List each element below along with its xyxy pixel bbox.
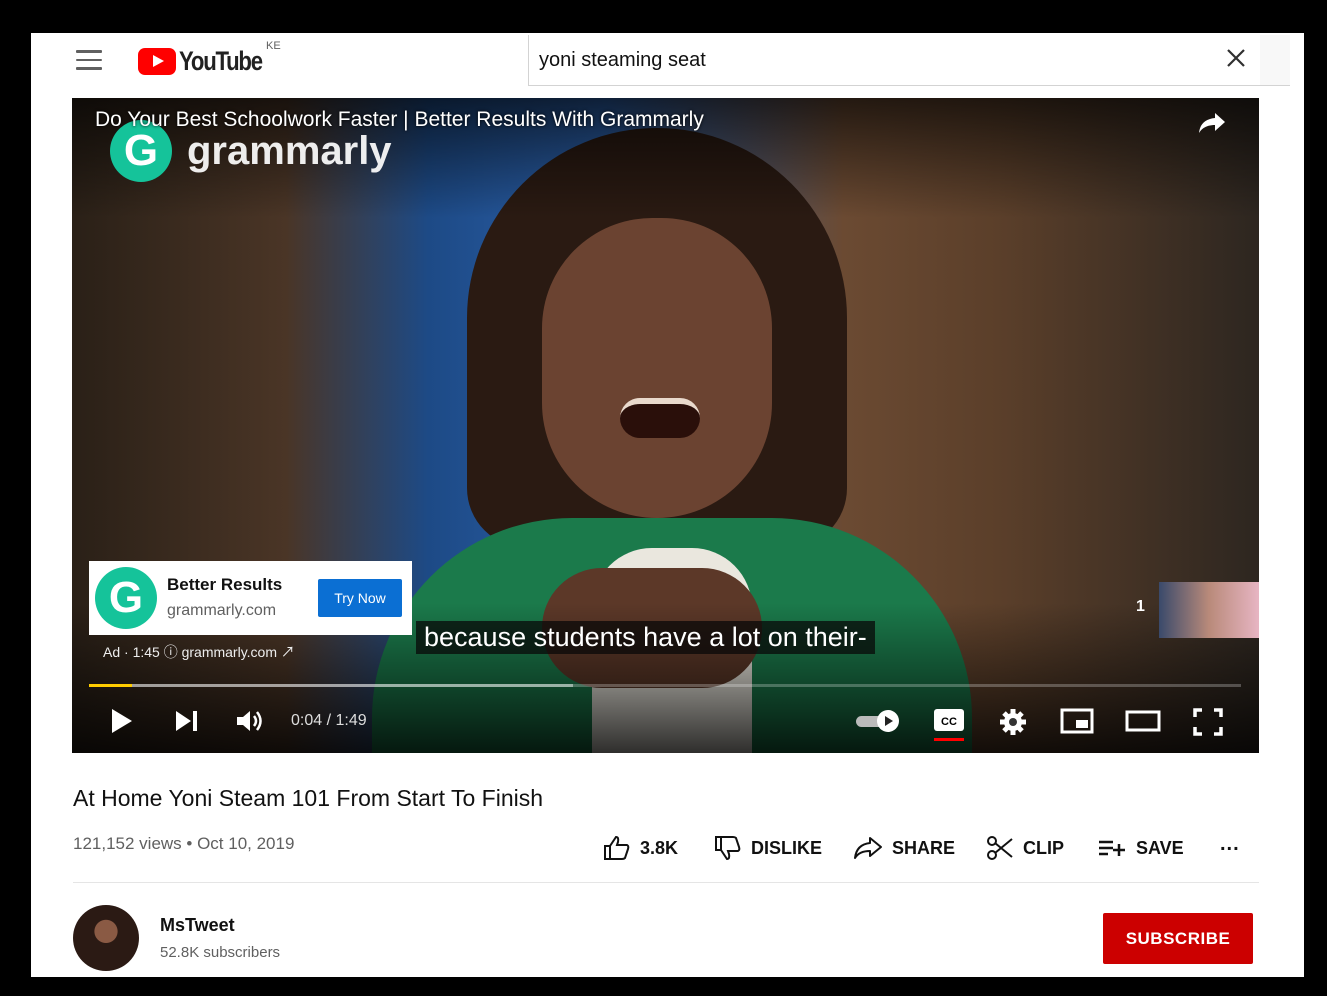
- autoplay-toggle-icon[interactable]: [854, 707, 902, 735]
- youtube-page: YouTube KE yoni steaming seat G grammarl…: [31, 33, 1304, 977]
- dislike-button[interactable]: DISLIKE: [714, 833, 822, 863]
- thumbs-up-icon: [604, 835, 630, 860]
- subscriber-count: 52.8K subscribers: [160, 944, 281, 961]
- share-button[interactable]: SHARE: [853, 833, 955, 863]
- ad-card[interactable]: G Better Results grammarly.com Try Now: [89, 561, 412, 635]
- play-icon[interactable]: [110, 707, 134, 735]
- svg-text:CC: CC: [941, 716, 957, 728]
- youtube-play-icon: [138, 47, 176, 75]
- subscribe-button[interactable]: SUBSCRIBE: [1103, 913, 1253, 964]
- scissors-icon: [987, 836, 1013, 860]
- share-icon: [854, 837, 882, 859]
- next-icon[interactable]: [174, 707, 200, 735]
- divider: [73, 882, 1259, 883]
- channel-name[interactable]: MsTweet: [160, 915, 235, 936]
- like-count: 3.8K: [640, 837, 679, 858]
- miniplayer-icon[interactable]: [1059, 707, 1095, 735]
- thumbs-down-icon: [715, 836, 741, 861]
- clip-label: CLIP: [1023, 837, 1065, 858]
- progress-played: [89, 684, 132, 687]
- share-label: SHARE: [892, 837, 956, 858]
- time-display: 0:04 / 1:49: [291, 712, 367, 729]
- progress-bar[interactable]: [89, 684, 1241, 687]
- fullscreen-icon[interactable]: [1192, 707, 1224, 737]
- theater-mode-icon[interactable]: [1124, 707, 1162, 735]
- views-date: 121,152 views • Oct 10, 2019: [73, 834, 295, 853]
- search-input[interactable]: yoni steaming seat: [539, 49, 706, 72]
- youtube-logo[interactable]: YouTube KE: [138, 40, 281, 76]
- ad-meta[interactable]: Ad · 1:45 ⓘ grammarly.com ↗: [103, 642, 295, 662]
- more-actions-button[interactable]: ...: [1220, 833, 1240, 856]
- clear-search-icon[interactable]: [1225, 47, 1247, 69]
- save-label: SAVE: [1136, 837, 1184, 858]
- grammarly-logo-icon: G: [95, 567, 157, 629]
- add-to-playlist-icon: [1099, 840, 1125, 856]
- ad-headline: Better Results: [167, 575, 283, 594]
- ad-domain: grammarly.com: [167, 602, 277, 619]
- up-next-thumbnail[interactable]: [1159, 582, 1259, 638]
- clip-button[interactable]: CLIP: [986, 833, 1064, 863]
- up-next-count: 1: [1136, 598, 1145, 615]
- video-player[interactable]: G grammarly Do Your Best Schoolwork Fast…: [72, 98, 1259, 753]
- search-box[interactable]: yoni steaming seat: [528, 35, 1262, 86]
- channel-avatar[interactable]: [73, 905, 139, 971]
- ad-video-title[interactable]: Do Your Best Schoolwork Faster | Better …: [95, 108, 704, 132]
- captions-icon[interactable]: CC: [932, 707, 966, 743]
- video-title: At Home Yoni Steam 101 From Start To Fin…: [73, 785, 544, 811]
- progress-loaded: [89, 684, 573, 687]
- brand-overlay-text: grammarly: [187, 128, 392, 173]
- like-button[interactable]: 3.8K: [603, 833, 678, 863]
- dislike-label: DISLIKE: [751, 837, 823, 858]
- subtitle-caption: because students have a lot on their-: [416, 621, 875, 654]
- hamburger-menu-icon[interactable]: [76, 50, 102, 70]
- search-button[interactable]: [1260, 35, 1290, 86]
- settings-gear-icon[interactable]: [998, 707, 1028, 737]
- country-code: KE: [266, 40, 281, 52]
- player-controls: 0:04 / 1:49 CC: [72, 701, 1259, 745]
- try-now-button[interactable]: Try Now: [318, 579, 402, 617]
- share-arrow-icon[interactable]: [1197, 110, 1227, 136]
- volume-icon[interactable]: [235, 707, 265, 735]
- save-button[interactable]: SAVE: [1097, 833, 1184, 863]
- logo-text: YouTube: [179, 45, 263, 76]
